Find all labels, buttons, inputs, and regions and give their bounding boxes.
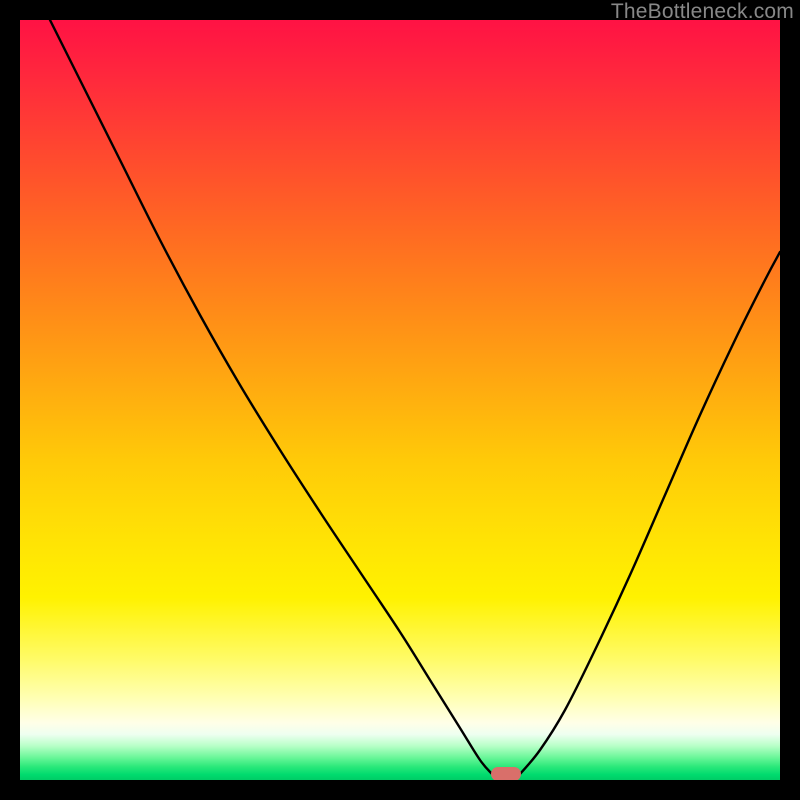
curve-left-branch <box>50 20 492 774</box>
optimal-marker <box>491 767 521 780</box>
chart-frame: TheBottleneck.com <box>0 0 800 800</box>
bottleneck-curve <box>20 20 780 780</box>
curve-right-branch <box>520 252 780 774</box>
plot-area <box>20 20 780 780</box>
